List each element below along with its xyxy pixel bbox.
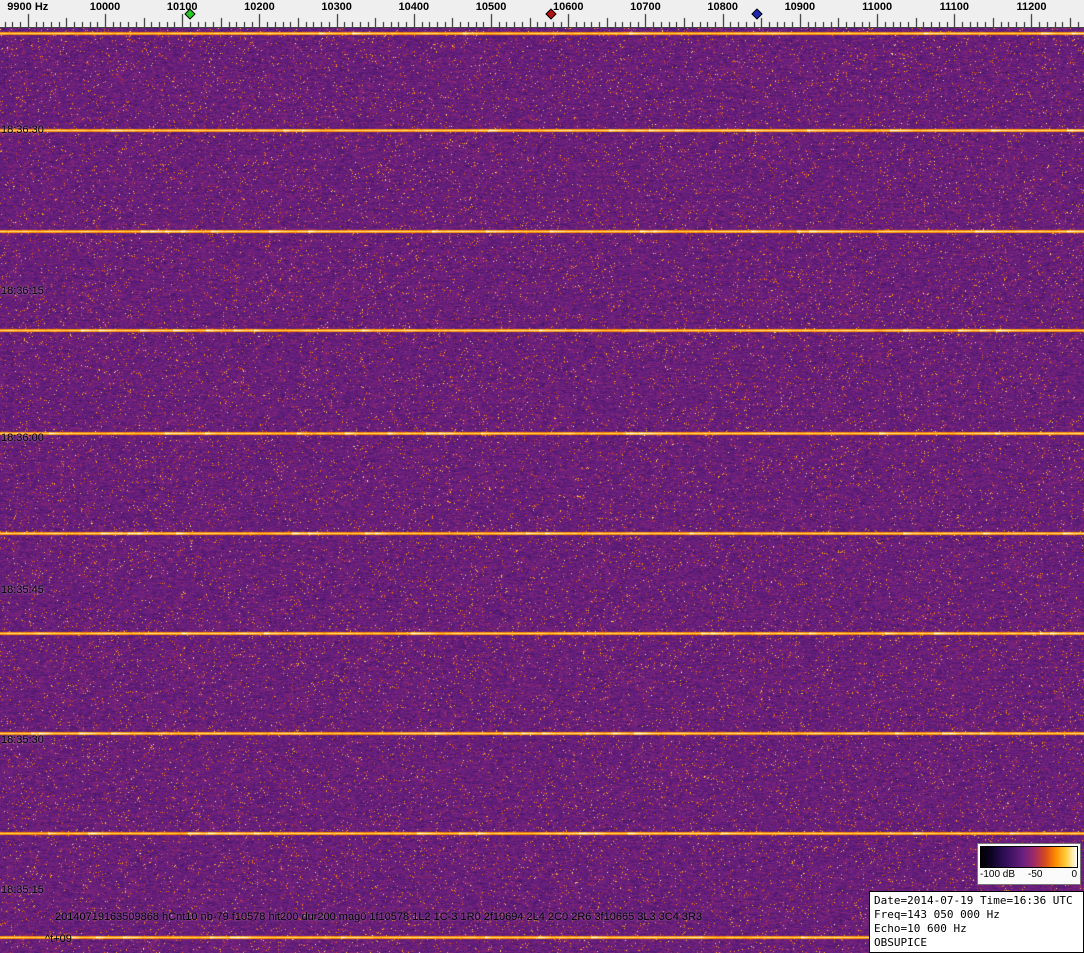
info-line-date-time: Date=2014-07-19 Time=16:36 UTC: [874, 894, 1073, 907]
ruler-frequency-label: 10500: [475, 1, 507, 13]
time-axis-label: 18:35:45: [1, 584, 44, 596]
ruler-frequency-label: 11100: [939, 1, 969, 13]
colorbar-gradient[interactable]: [980, 846, 1078, 868]
ruler-frequency-label: 10700: [630, 1, 661, 13]
time-axis-label: 18:35:15: [1, 884, 44, 896]
colorbar-max-label: 0: [1071, 869, 1077, 880]
detection-log-text: 20140719163509868 hCnt10 nb-79 f10578 hi…: [55, 911, 703, 923]
ruler-frequency-label: 10600: [552, 1, 584, 13]
time-axis-label: 18:35:30: [1, 734, 44, 746]
time-axis-label: 18:36:15: [1, 285, 44, 297]
ruler-frequency-label: 11200: [1016, 1, 1047, 13]
time-axis-label: 18:36:00: [1, 432, 44, 444]
colorbar-min-label: -100 dB: [980, 869, 1016, 880]
ruler-frequency-label: 10000: [89, 1, 121, 13]
info-line-echo: Echo=10 600 Hz: [874, 922, 967, 935]
ruler-frequency-label: 11000: [862, 1, 893, 13]
frequency-ruler-ticks: [0, 0, 1084, 27]
ruler-frequency-label: 10400: [398, 1, 430, 13]
amplitude-colorbar: -100 dB -50 0: [977, 843, 1081, 885]
ruler-frequency-label: 10800: [707, 1, 738, 13]
frequency-ruler[interactable]: 9900 Hz 10000 10100 10200 10300 10400 10500 106…: [0, 0, 1084, 28]
ruler-frequency-label: 10300: [321, 1, 352, 13]
ruler-frequency-label: 9900 Hz: [7, 1, 49, 13]
meteor-spectrogram-window: 9900 Hz 10000 10100 10200 10300 10400 10500 106…: [0, 0, 1084, 953]
info-line-frequency: Freq=143 050 000 Hz: [874, 908, 1000, 921]
info-line-station: OBSUPICE: [874, 936, 927, 949]
observation-info-box: Date=2014-07-19 Time=16:36 UTC Freq=143 …: [869, 891, 1084, 953]
cursor-readout-text: ^t+09: [45, 933, 72, 945]
ruler-frequency-label: 10200: [244, 1, 275, 13]
ruler-frequency-label: 10900: [784, 1, 816, 13]
colorbar-mid-label: -50: [1028, 869, 1043, 880]
time-axis-label: 18:36:30: [1, 124, 44, 136]
waterfall-spectrogram[interactable]: [0, 28, 1084, 953]
colorbar-scale-labels: -100 dB -50 0: [978, 869, 1080, 883]
